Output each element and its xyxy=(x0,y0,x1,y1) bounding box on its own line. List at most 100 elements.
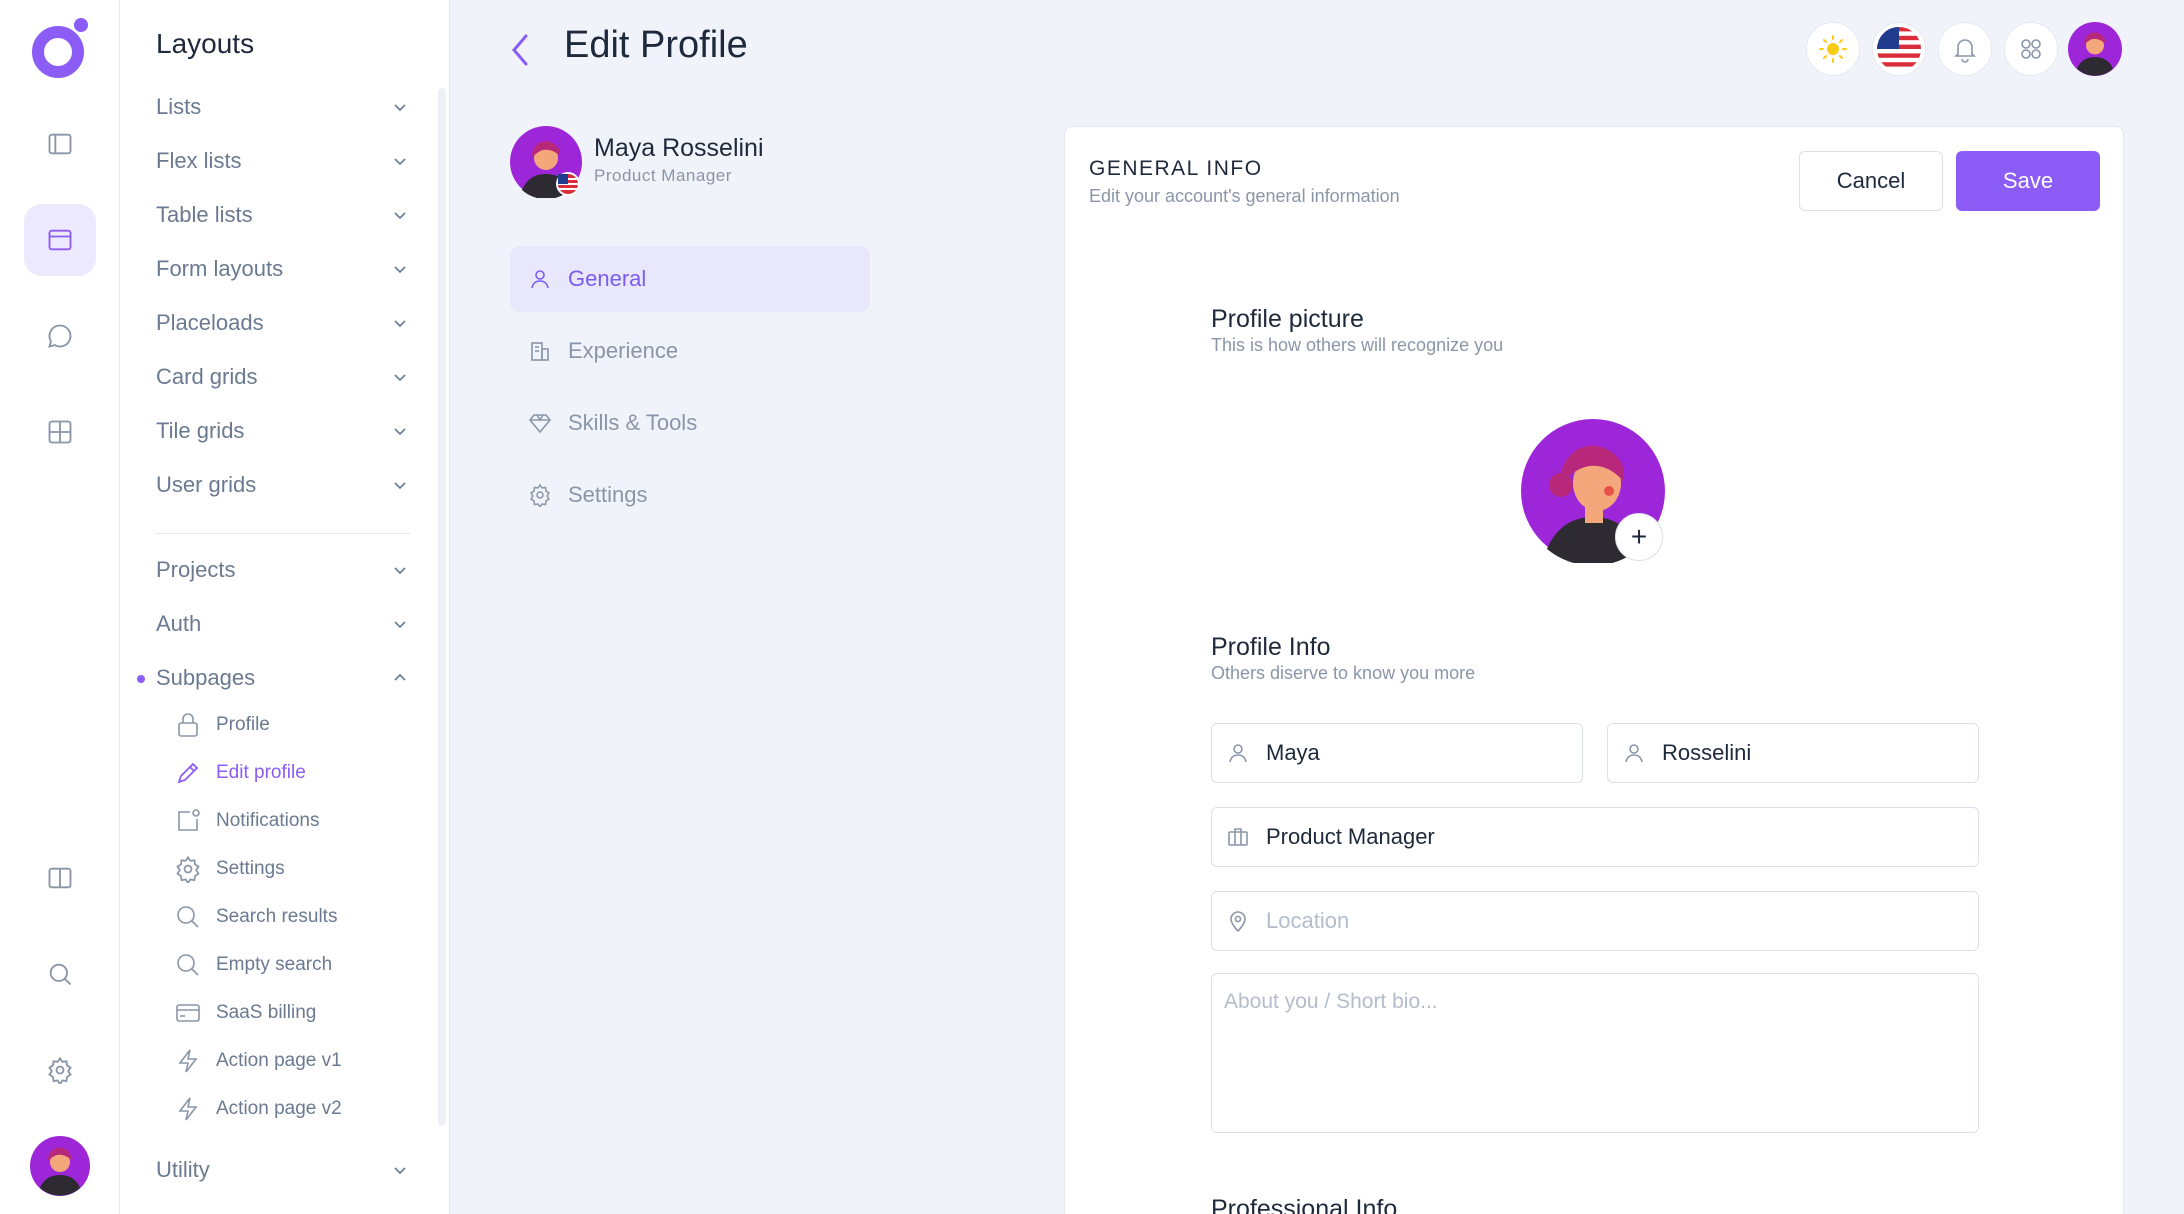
search-icon xyxy=(49,963,72,986)
menu-divider xyxy=(156,533,410,534)
menu-item-flex-lists[interactable]: Flex lists xyxy=(156,141,410,181)
card-title: GENERAL INFO xyxy=(1089,157,1263,180)
menu-item-label: Tile grids xyxy=(156,418,245,443)
subpage-label: Notifications xyxy=(216,810,320,831)
subpage-label: Empty search xyxy=(216,954,333,975)
menu-title: Layouts xyxy=(156,28,255,59)
sidebar-toggle-button[interactable] xyxy=(24,108,96,180)
menu-item-label: User grids xyxy=(156,472,257,497)
subpage-label: Edit profile xyxy=(216,762,306,783)
job-title-field[interactable]: Product Manager xyxy=(1211,807,1979,867)
chevron-down-icon xyxy=(394,374,406,382)
tab-label: Settings xyxy=(568,482,648,507)
subpage-action-page-v1[interactable]: Action page v1 xyxy=(174,1041,342,1081)
apps-button[interactable] xyxy=(2004,22,2058,76)
job-title-value: Product Manager xyxy=(1266,824,1435,849)
messages-nav-button[interactable] xyxy=(24,300,96,372)
location-placeholder: Location xyxy=(1266,908,1350,933)
menu-item-label: Flex lists xyxy=(156,148,242,173)
columns-icon xyxy=(48,867,72,889)
menu-item-auth[interactable]: Auth xyxy=(156,604,410,644)
menu-item-card-grids[interactable]: Card grids xyxy=(156,357,410,397)
location-field[interactable]: Location xyxy=(1211,891,1979,951)
tab-label: Skills & Tools xyxy=(568,410,698,435)
location-pin-icon xyxy=(1230,911,1246,933)
subpage-saas-billing[interactable]: SaaS billing xyxy=(174,993,316,1033)
first-name-value: Maya xyxy=(1266,740,1320,765)
menu-item-label: Auth xyxy=(156,611,202,636)
theme-toggle-button[interactable] xyxy=(1806,22,1860,76)
subpage-settings[interactable]: Settings xyxy=(174,849,285,889)
layouts-menu: Layouts Lists Flex lists Table lists For… xyxy=(120,0,450,1214)
lock-icon xyxy=(178,713,198,737)
chevron-up-icon xyxy=(394,673,406,681)
menu-item-projects[interactable]: Projects xyxy=(156,550,410,590)
menu-item-subpages[interactable]: Subpages xyxy=(156,658,410,698)
sidebar-icon xyxy=(48,133,72,155)
user-avatar[interactable] xyxy=(30,1136,90,1196)
tab-skills-tools[interactable]: Skills & Tools xyxy=(510,390,870,456)
menu-item-utility[interactable]: Utility xyxy=(156,1150,410,1190)
app-logo[interactable] xyxy=(28,16,94,82)
us-flag-icon xyxy=(1877,27,1921,71)
tab-general[interactable]: General xyxy=(510,246,870,312)
chevron-down-icon xyxy=(394,428,406,436)
save-button[interactable]: Save xyxy=(1956,151,2100,211)
tab-experience[interactable]: Experience xyxy=(510,318,870,384)
chevron-down-icon xyxy=(394,158,406,166)
panel-nav-button[interactable] xyxy=(24,842,96,914)
subpage-label: Settings xyxy=(216,858,285,879)
menu-item-table-lists[interactable]: Table lists xyxy=(156,195,410,235)
add-picture-button[interactable]: + xyxy=(1615,513,1663,561)
subpage-edit-profile[interactable]: Edit profile xyxy=(174,753,306,793)
page-title: Edit Profile xyxy=(564,24,748,66)
professional-section-title: Professional Info xyxy=(1211,1195,1398,1214)
menu-item-placeloads[interactable]: Placeloads xyxy=(156,303,410,343)
chat-icon xyxy=(48,324,72,348)
subpage-label: Action page v2 xyxy=(216,1098,342,1119)
language-button[interactable] xyxy=(1872,22,1926,76)
card-subtitle: Edit your account's general information xyxy=(1089,186,1400,206)
bio-textarea[interactable]: About you / Short bio... xyxy=(1211,973,1979,1133)
search-nav-button[interactable] xyxy=(24,938,96,1010)
chevron-down-icon xyxy=(394,567,406,575)
menu-item-tile-grids[interactable]: Tile grids xyxy=(156,411,410,451)
chevron-down-icon xyxy=(394,482,406,490)
notifications-button[interactable] xyxy=(1938,22,1992,76)
layouts-nav-button[interactable] xyxy=(24,204,96,276)
pencil-icon xyxy=(177,762,199,784)
subpage-label: Action page v1 xyxy=(216,1050,342,1071)
settings-nav-button[interactable] xyxy=(24,1034,96,1106)
bio-placeholder: About you / Short bio... xyxy=(1224,990,1438,1013)
last-name-value: Rosselini xyxy=(1662,740,1752,765)
profile-role: Product Manager xyxy=(594,166,732,185)
lightning-icon xyxy=(178,1049,198,1073)
building-icon xyxy=(531,342,549,361)
first-name-field[interactable]: Maya xyxy=(1211,723,1583,783)
last-name-field[interactable]: Rosselini xyxy=(1607,723,1979,783)
briefcase-icon xyxy=(1228,828,1248,846)
icon-rail xyxy=(0,0,120,1214)
menu-scrollbar[interactable] xyxy=(438,88,446,1126)
menu-item-lists[interactable]: Lists xyxy=(156,87,410,127)
menu-item-user-grids[interactable]: User grids xyxy=(156,465,410,505)
profile-avatar xyxy=(510,126,582,198)
menu-item-label: Lists xyxy=(156,94,202,119)
subpage-search-results[interactable]: Search results xyxy=(174,897,337,937)
dashboard-nav-button[interactable] xyxy=(24,396,96,468)
subpage-action-page-v2[interactable]: Action page v2 xyxy=(174,1089,342,1129)
menu-item-form-layouts[interactable]: Form layouts xyxy=(156,249,410,289)
subpage-profile[interactable]: Profile xyxy=(174,705,270,745)
bell-icon xyxy=(1954,39,1976,63)
chevron-down-icon xyxy=(394,320,406,328)
header-user-avatar[interactable] xyxy=(2068,22,2122,76)
picture-section-title: Profile picture xyxy=(1211,305,1364,333)
subpage-label: SaaS billing xyxy=(216,1002,317,1023)
menu-item-label: Subpages xyxy=(156,665,256,690)
tab-settings[interactable]: Settings xyxy=(510,462,870,528)
user-icon xyxy=(531,270,549,289)
subpage-notifications[interactable]: Notifications xyxy=(174,801,320,841)
subpage-empty-search[interactable]: Empty search xyxy=(174,945,332,985)
back-arrow-icon[interactable] xyxy=(504,30,536,70)
cancel-button[interactable]: Cancel xyxy=(1799,151,1943,211)
